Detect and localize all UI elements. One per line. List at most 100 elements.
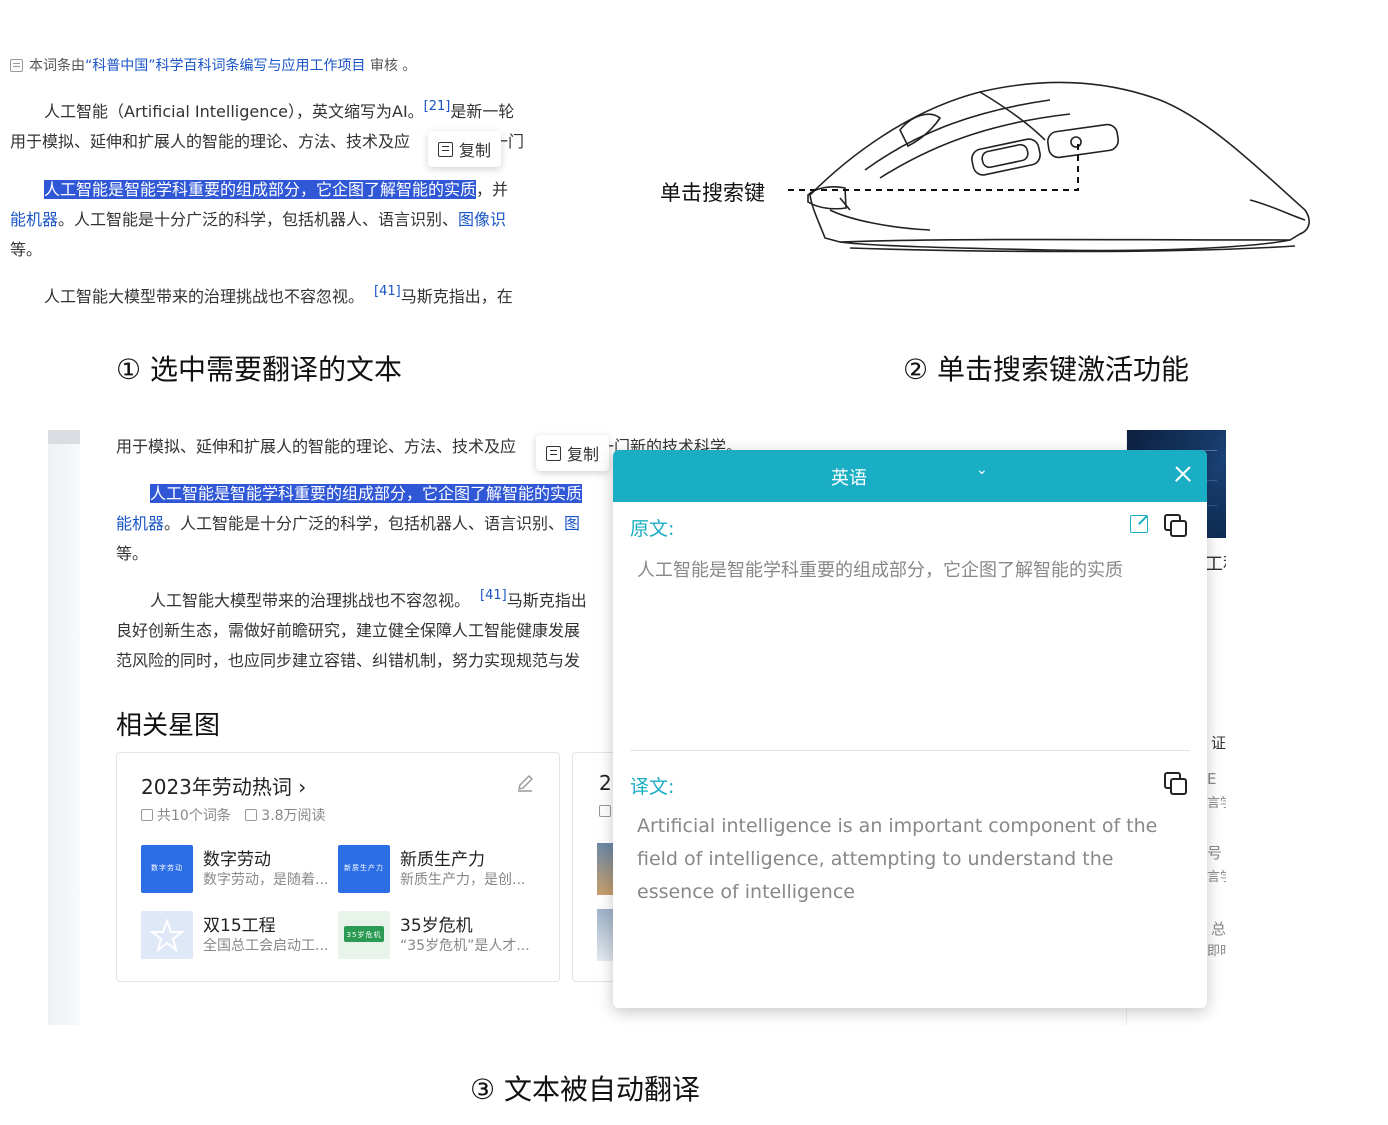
paragraph-line: 人工智能是智能学科重要的组成部分，它企图了解智能的实质 (150, 480, 583, 504)
list-item[interactable]: 新质生产力 新质生产力 新质生产力，是创... (338, 843, 538, 895)
divider (630, 750, 1190, 751)
entry-title: 35岁危机 (400, 916, 473, 936)
list-item[interactable]: 35岁危机 35岁危机 “35岁危机”是人才... (338, 909, 538, 961)
caption-step2: ② 单击搜索键激活功能 (903, 353, 1190, 386)
citation-ref[interactable]: [41] (374, 284, 401, 299)
entry-thumbnail: 新质生产力 (338, 845, 390, 893)
paragraph-line: 人工智能大模型带来的治理挑战也不容忽视。 [41]马斯克指出 (150, 587, 587, 611)
line-text: 。人工智能是十分广泛的科学，包括机器人、语言识别、 (164, 514, 565, 533)
line-text: 人工智能（Artificial Intelligence），英文缩写为AI。 (44, 102, 424, 121)
target-label: 译文: (630, 776, 675, 798)
panel-select-text: 本词条由“科普中国”科学百科词条编写与应用工作项目 审核 。 人工智能（Arti… (0, 40, 560, 320)
translation-header: 英语 ⌄ (613, 450, 1207, 502)
close-icon[interactable] (1169, 460, 1197, 488)
panel-mouse: 单击搜索键 (650, 70, 1330, 270)
review-notice: 本词条由“科普中国”科学百科词条编写与应用工作项目 审核 。 (10, 55, 416, 75)
caption-step1: ① 选中需要翻译的文本 (116, 353, 403, 386)
link-image-recognition[interactable]: 图像识 (458, 210, 506, 229)
copy-label: 复制 (567, 445, 600, 464)
chevron-down-icon[interactable]: ⌄ (976, 462, 988, 478)
paragraph-line: 等。 (10, 240, 43, 259)
copy-icon (438, 141, 453, 157)
entry-title: 新质生产力 (400, 850, 485, 870)
translation-popup: 英语 ⌄ 原文: 人工智能是智能学科重要的组成部分，它企图了解智能的实质 译文:… (613, 450, 1207, 1008)
notice-link[interactable]: “科普中国”科学百科词条编写与应用工作项目 (85, 58, 366, 74)
star-map-card[interactable]: 2023年劳动热词 › 共10个词条 3.8万阅读 数字劳动 数字劳动 数字劳动… (116, 752, 560, 982)
entry-count: 共10个词条 (157, 808, 231, 824)
notice-prefix: 本词条由 (29, 58, 85, 74)
card-meta: 共10个词条 3.8万阅读 (141, 805, 326, 825)
left-sidebar (48, 430, 80, 1025)
section-title: 相关星图 (116, 711, 221, 741)
citation-ref[interactable]: [41] (480, 588, 507, 603)
selected-text[interactable]: 人工智能是智能学科重要的组成部分，它企图了解智能的实质 (150, 484, 583, 503)
star-icon (149, 918, 185, 953)
entry-desc: “35岁危机”是人才... (400, 938, 530, 954)
entry-desc: 新质生产力，是创... (400, 872, 526, 888)
copy-button[interactable]: 复制 (536, 435, 610, 471)
entry-title: 双15工程 (203, 916, 276, 936)
copy-button[interactable]: 复制 (428, 131, 502, 167)
view-count: 3.8万阅读 (261, 808, 326, 824)
line-tail: ，并 (476, 180, 509, 199)
line-text: 。人工智能是十分广泛的科学，包括机器人、语言识别、 (58, 210, 459, 229)
notice-icon (10, 59, 23, 72)
copy-icon (546, 445, 561, 461)
list-item[interactable]: 数字劳动 数字劳动 数字劳动，是随着... (141, 843, 341, 895)
citation-ref[interactable]: [21] (424, 99, 451, 114)
pencil-icon[interactable] (515, 773, 535, 793)
copy-translation-icon[interactable] (1164, 772, 1187, 795)
mouse-illustration (788, 81, 1310, 253)
translation-text[interactable]: Artificial intelligence is an important … (637, 810, 1157, 909)
strip-text: E (1207, 770, 1217, 788)
caption-step3: ③ 文本被自动翻译 (470, 1073, 701, 1106)
line-text: 用于模拟、延伸和扩展人的智能的理论、方法、技术及应 (10, 132, 411, 151)
copy-source-icon[interactable] (1164, 514, 1187, 537)
language-select[interactable]: 英语 (831, 464, 867, 490)
line-tail: 马斯克指出 (506, 591, 587, 610)
link-smart-machine[interactable]: 能机器 (10, 210, 58, 229)
translation-line: essence of intelligence (637, 881, 855, 903)
paragraph-line: 人工智能大模型带来的治理挑战也不容忽视。 [41]马斯克指出，在 (44, 283, 513, 307)
notice-suffix: 审核 。 (365, 58, 417, 74)
read-icon (245, 809, 258, 821)
paragraph-line: 良好创新生态，需做好前瞻研究，建立健全保障人工智能健康发展 (116, 621, 581, 640)
link-smart-machine[interactable]: 能机器 (116, 514, 164, 533)
panel-translated: 用于模拟、延伸和扩展人的智能的理论、方法、技术及应 一门新的技术科学。 复制 人工… (48, 430, 1226, 1025)
thumb-label: 数字劳动 (151, 864, 183, 872)
entries-icon (141, 809, 153, 821)
entry-desc: 全国总工会启动工... (203, 938, 329, 954)
entry-thumbnail: 35岁危机 (338, 911, 390, 959)
paragraph-line: 人工智能（Artificial Intelligence），英文缩写为AI。[2… (44, 98, 514, 122)
entry-title: 数字劳动 (203, 850, 271, 870)
entries-icon (599, 805, 611, 817)
strip-text: 言学 (1207, 870, 1226, 885)
card-title[interactable]: 2023年劳动热词 › (141, 771, 306, 800)
source-label: 原文: (630, 518, 675, 540)
translation-line: field of intelligence, attempting to und… (637, 848, 1114, 870)
copy-label: 复制 (459, 141, 492, 160)
thumb-label: 35岁危机 (346, 931, 382, 939)
paragraph-line: 能机器。人工智能是十分广泛的科学，包括机器人、语言识别、图像识 (10, 206, 506, 230)
source-text[interactable]: 人工智能是智能学科重要的组成部分，它企图了解智能的实质 (637, 554, 1123, 587)
line-tail: 是新一轮 (450, 102, 515, 121)
link-image[interactable]: 图 (564, 514, 580, 533)
paragraph-line: 等。 (116, 544, 149, 563)
line-text: 人工智能大模型带来的治理挑战也不容忽视。 (44, 287, 365, 306)
list-item[interactable]: 双15工程 全国总工会启动工... (141, 909, 341, 961)
search-key-callout: 单击搜索键 (660, 181, 765, 205)
line-text: 人工智能大模型带来的治理挑战也不容忽视。 (150, 591, 471, 610)
strip-text: 即时 (1207, 944, 1226, 959)
thumb-label: 新质生产力 (344, 864, 384, 872)
paragraph-line: 人工智能是智能学科重要的组成部分，它企图了解智能的实质，并 (44, 176, 508, 200)
strip-text: 言学 (1207, 796, 1226, 811)
line-tail: 马斯克指出，在 (400, 287, 513, 306)
strip-text: 工程 (1205, 554, 1226, 575)
entry-thumbnail: 数字劳动 (141, 845, 193, 893)
selected-text[interactable]: 人工智能是智能学科重要的组成部分，它企图了解智能的实质 (44, 180, 477, 199)
strip-text: 总 (1211, 920, 1226, 938)
strip-text: 证 (1211, 734, 1226, 752)
entry-thumbnail (141, 911, 193, 959)
edit-icon[interactable] (1130, 515, 1148, 533)
paragraph-line: 范风险的同时，也应同步建立容错、纠错机制，努力实现规范与发 (116, 651, 581, 670)
